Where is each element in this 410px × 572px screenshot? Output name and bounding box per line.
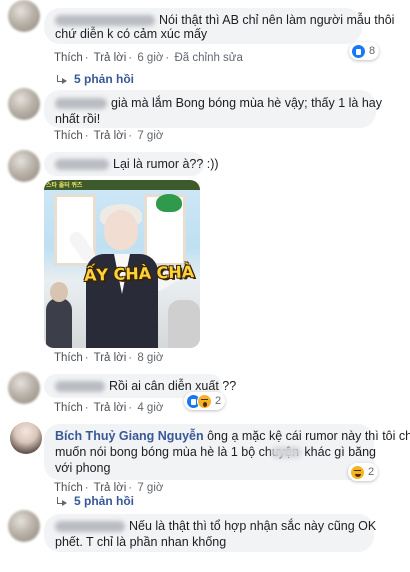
reaction-summary[interactable]: 8 — [349, 42, 380, 60]
avatar[interactable] — [8, 150, 40, 182]
reply-arrow-icon — [56, 496, 68, 507]
author-name-blurred[interactable] — [55, 15, 155, 27]
view-replies-link[interactable]: 5 phản hồi — [56, 72, 134, 86]
avatar[interactable] — [8, 88, 40, 120]
author-name-blurred[interactable] — [55, 98, 107, 110]
reaction-count: 2 — [215, 395, 222, 407]
author-name-blurred[interactable] — [55, 159, 109, 171]
like-icon — [351, 43, 366, 59]
reply-link[interactable]: Trả lời — [94, 130, 127, 142]
replies-label: 5 phản hồi — [74, 72, 134, 86]
comment-actions: Thích · Trả lời · 6 giờ · Đã chỉnh sửa — [54, 52, 243, 64]
author-name-blurred[interactable] — [55, 381, 105, 393]
reply-link[interactable]: Trả lời — [94, 352, 127, 364]
comment-bubble: Nếu là thật thì tổ hợp nhận sắc này cũng… — [44, 514, 377, 552]
timestamp[interactable]: 4 giờ — [137, 402, 163, 414]
timestamp[interactable]: 7 giờ — [137, 130, 163, 142]
reaction-count: 8 — [369, 45, 376, 57]
comment-bubble: Lại là rumor à?? :)) — [44, 152, 219, 176]
reply-link[interactable]: Trả lời — [94, 52, 127, 64]
reply-link[interactable]: Trả lời — [94, 482, 127, 494]
comment-text-line-3: khác gì băng — [304, 445, 377, 459]
view-replies-link[interactable]: 5 phản hồi — [56, 494, 134, 508]
like-link[interactable]: Thích — [54, 130, 83, 142]
edited-label[interactable]: Đã chỉnh sửa — [174, 52, 242, 64]
gif-caption: ẤY CHÀ CHÀ — [83, 262, 195, 285]
comment-bubble: Bích Thuỷ Giang Nguyễn ông ạ mặc kệ cái … — [44, 424, 410, 480]
comment-bubble: Nói thật thì AB chỉ nên làm người mẫu th… — [44, 8, 394, 44]
avatar[interactable] — [8, 372, 40, 404]
comment-text-line-1: Lại là rumor à?? :)) — [113, 157, 219, 171]
comment-text-line-4: với phong — [55, 461, 111, 475]
haha-icon — [197, 393, 212, 409]
person-head — [104, 210, 138, 250]
background-person — [46, 298, 72, 348]
timestamp[interactable]: 7 giờ — [137, 482, 163, 494]
comment-text-line-2: phết. T chỉ là phần nhan khống — [55, 535, 227, 549]
comment-actions: Thích · Trả lời · 8 giờ — [54, 352, 164, 364]
like-link[interactable]: Thích — [54, 352, 83, 364]
comment-text-line-2: muốn nói bong bóng mùa hè là 1 bộ chuyện — [55, 445, 299, 459]
comment-text-line-2: chứ diễn k có cảm xúc mấy — [55, 27, 208, 41]
spoiler-blur — [270, 447, 301, 459]
like-link[interactable]: Thích — [54, 402, 83, 414]
author-name[interactable]: Bích Thuỷ Giang Nguyễn — [55, 429, 204, 443]
comment-text-line-1: già mà lắm Bong bóng mùa hè vậy; thấy 1 … — [111, 96, 382, 110]
timestamp[interactable]: 8 giờ — [137, 352, 163, 364]
author-name-blurred[interactable] — [55, 521, 125, 533]
avatar[interactable] — [10, 422, 42, 454]
comment-text-line-1: Nếu là thật thì tổ hợp nhận sắc này cũng… — [129, 519, 377, 533]
reply-link[interactable]: Trả lời — [94, 402, 127, 414]
timestamp[interactable]: 6 giờ — [137, 52, 163, 64]
like-link[interactable]: Thích — [54, 482, 83, 494]
like-link[interactable]: Thích — [54, 52, 83, 64]
avatar[interactable] — [8, 0, 40, 32]
comment-text-line-1: Rồi ai cân diễn xuất ?? — [109, 379, 237, 393]
plant-decoration — [156, 194, 182, 212]
background-person — [168, 300, 200, 348]
reply-arrow-icon — [56, 74, 68, 85]
reaction-summary[interactable]: 2 — [348, 463, 379, 481]
comment-text-line-1: Nói thật thì AB chỉ nên làm người mẫu th… — [159, 13, 395, 27]
comment-text-line-1: ông ạ mặc kệ cái rumor này thì tôi chỉ — [207, 429, 410, 443]
comment-bubble: già mà lắm Bong bóng mùa hè vậy; thấy 1 … — [44, 90, 382, 128]
comment-actions: Thích · Trả lời · 7 giờ — [54, 130, 164, 142]
background-person-head — [50, 282, 68, 302]
comment-text-line-2: nhất rồi! — [55, 112, 101, 126]
gif-attachment[interactable]: 스타 올터 퀴즈 ẤY CHÀ CHÀ — [44, 180, 200, 348]
comment-actions: Thích · Trả lời · 7 giờ — [54, 482, 164, 494]
haha-icon — [350, 464, 365, 480]
reaction-summary[interactable]: 2 — [184, 392, 226, 410]
avatar[interactable] — [8, 510, 40, 542]
gif-topbar-text: 스타 올터 퀴즈 — [46, 183, 83, 189]
reaction-count: 2 — [368, 466, 375, 478]
replies-label: 5 phản hồi — [74, 494, 134, 508]
comment-actions: Thích · Trả lời · 4 giờ — [54, 402, 164, 414]
